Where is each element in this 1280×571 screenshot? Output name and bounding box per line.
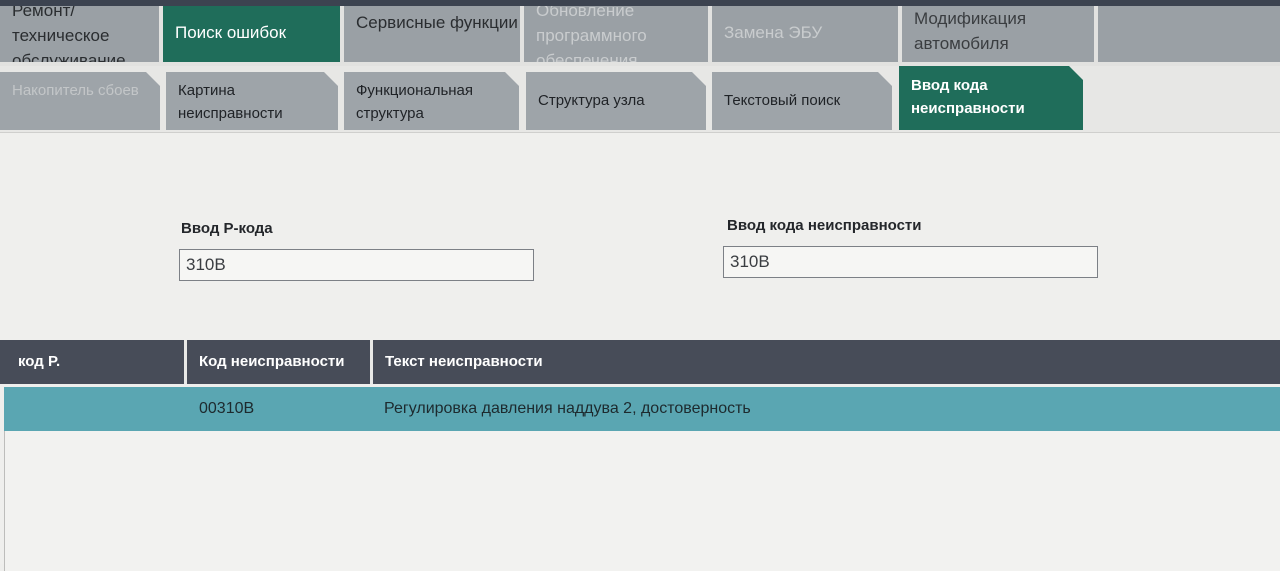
table-row[interactable]: 00310B Регулировка давления наддува 2, д… bbox=[4, 387, 1280, 431]
tab-label: Поиск ошибок bbox=[175, 23, 287, 42]
subtab-text-search[interactable]: Текстовый поиск bbox=[712, 72, 892, 130]
fault-code-input[interactable] bbox=[723, 246, 1098, 278]
tab-label: Ремонт/ техническое обслуживание bbox=[12, 4, 126, 62]
subtab-label: Текстовый поиск bbox=[724, 92, 841, 109]
column-header-fault-text[interactable]: Текст неисправности bbox=[373, 340, 973, 384]
column-header-fault-code[interactable]: Код неисправности bbox=[187, 340, 370, 384]
tab-vehicle-modification[interactable]: Модификация автомобиля bbox=[902, 4, 1094, 62]
tab-repair-maintenance[interactable]: Ремонт/ техническое обслуживание bbox=[0, 4, 159, 62]
subtab-label: Картина неисправности bbox=[178, 82, 283, 122]
column-header-p-code[interactable]: код P. bbox=[6, 340, 184, 384]
tab-label: Обновление программного обеспечения bbox=[536, 4, 647, 62]
p-code-label: Ввод P-кода bbox=[181, 220, 273, 237]
subtab-fault-memory[interactable]: Накопитель сбоев bbox=[0, 72, 160, 130]
subtab-fault-code-entry[interactable]: Ввод кода неисправности bbox=[899, 66, 1083, 130]
p-code-input[interactable] bbox=[179, 249, 534, 281]
table-header: код P. Код неисправности Текст неисправн… bbox=[0, 340, 1280, 384]
cell-fault-text: Регулировка давления наддува 2, достовер… bbox=[384, 400, 751, 417]
fault-code-label: Ввод кода неисправности bbox=[727, 217, 922, 234]
subtab-functional-structure[interactable]: Функциональная структура bbox=[344, 72, 519, 130]
table-empty-area bbox=[4, 431, 1280, 571]
main-tab-bar: Ремонт/ техническое обслуживание Поиск о… bbox=[0, 0, 1280, 66]
subtab-assembly-structure[interactable]: Структура узла bbox=[526, 72, 706, 130]
fault-search-screen: Ремонт/ техническое обслуживание Поиск о… bbox=[0, 0, 1280, 571]
subtab-label: Накопитель сбоев bbox=[12, 82, 139, 99]
tab-software-update[interactable]: Обновление программного обеспечения bbox=[524, 4, 708, 62]
tab-label: Модификация автомобиля bbox=[914, 9, 1027, 53]
tab-service-functions[interactable]: Сервисные функции bbox=[344, 4, 520, 62]
subtab-label: Функциональная структура bbox=[356, 82, 474, 122]
tab-label: Замена ЭБУ bbox=[724, 23, 823, 42]
tab-fault-search[interactable]: Поиск ошибок bbox=[163, 4, 340, 62]
tab-ecu-replacement[interactable]: Замена ЭБУ bbox=[712, 4, 898, 62]
top-strip bbox=[0, 0, 1280, 6]
tab-label: Сервисные функции bbox=[356, 13, 518, 32]
cell-fault-code: 00310B bbox=[199, 400, 255, 417]
subtab-fault-pattern[interactable]: Картина неисправности bbox=[166, 72, 338, 130]
sub-tab-bar: Накопитель сбоев Картина неисправности Ф… bbox=[0, 66, 1280, 133]
subtab-label: Структура узла bbox=[538, 92, 645, 109]
tab-empty bbox=[1098, 4, 1280, 62]
subtab-label: Ввод кода неисправности bbox=[911, 77, 1025, 117]
